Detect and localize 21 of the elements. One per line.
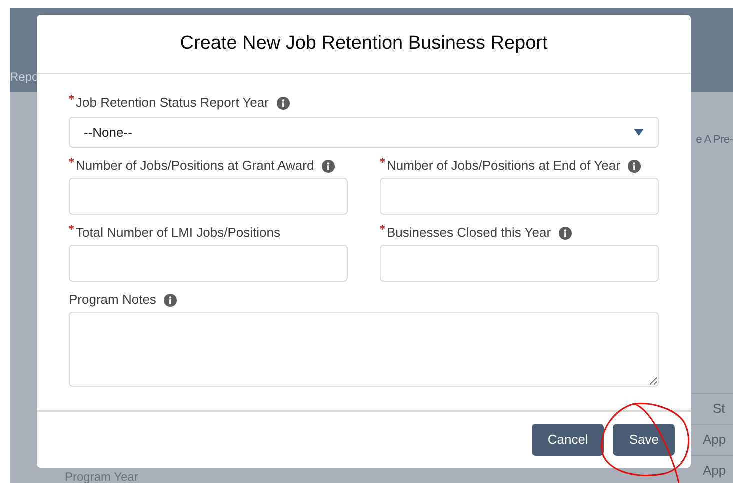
field-label: Number of Jobs/Positions at Grant Award [76, 157, 314, 176]
info-icon[interactable] [164, 294, 178, 306]
field-label: Program Notes [69, 291, 156, 310]
field-label: Number of Jobs/Positions at End of Year [387, 157, 620, 176]
tab-label: e A Pre- [696, 133, 733, 148]
input-field[interactable] [380, 178, 659, 215]
dropdown-caret-icon [634, 129, 644, 136]
field-label: Total Number of LMI Jobs/Positions [76, 224, 280, 242]
select-field[interactable]: --None-- [69, 117, 659, 148]
field-label: Job Retention Status Report Year [76, 94, 269, 112]
field-label: Businesses Closed this Year [387, 224, 552, 242]
modal-title: Create New Job Retention Business Report [180, 32, 548, 56]
input-field[interactable] [69, 245, 348, 282]
info-icon[interactable] [628, 160, 642, 172]
info-icon[interactable] [322, 160, 336, 172]
save-button[interactable]: Save [613, 424, 675, 456]
info-icon[interactable] [559, 226, 572, 240]
input-field[interactable] [69, 178, 348, 215]
info-icon[interactable] [276, 96, 290, 110]
input-field[interactable] [380, 245, 659, 282]
cancel-button[interactable]: Cancel [532, 424, 604, 456]
